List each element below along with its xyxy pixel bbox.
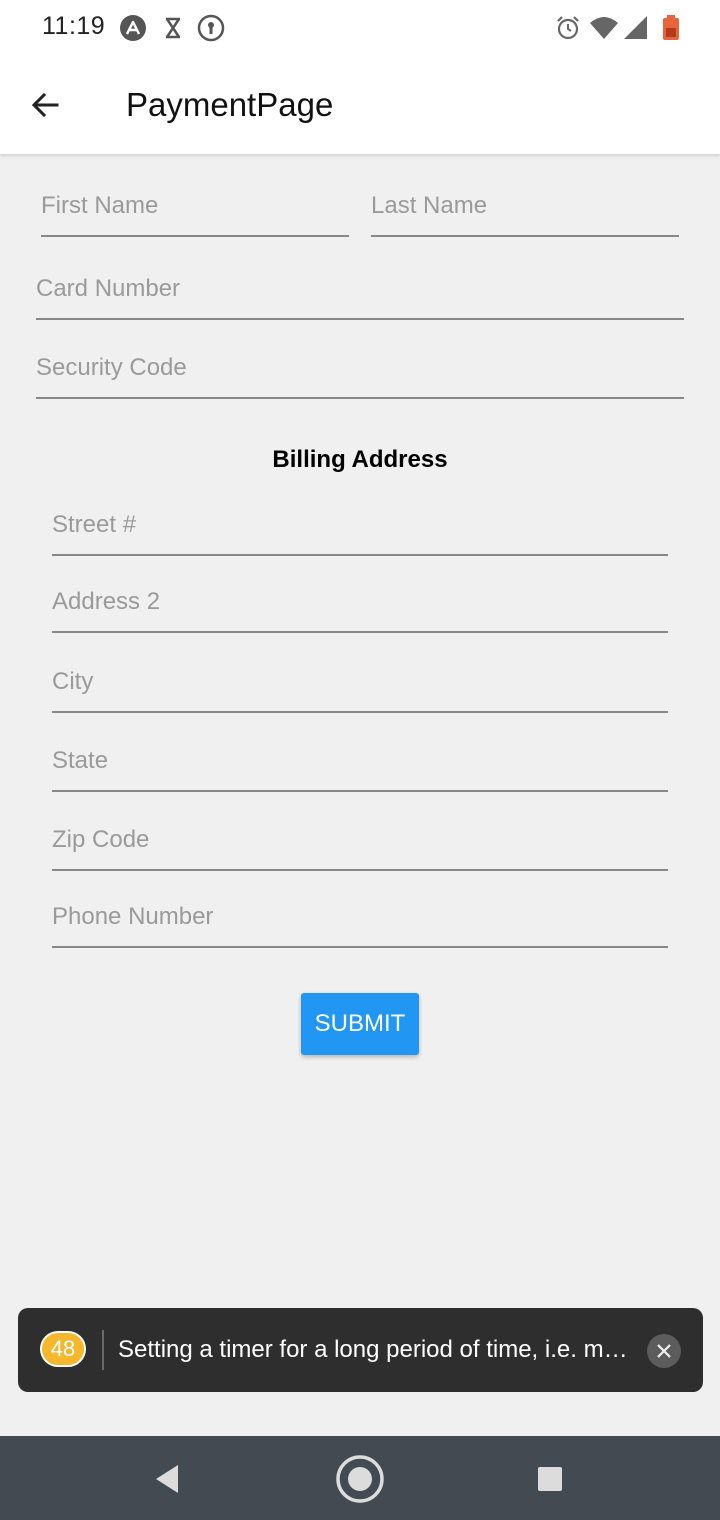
- first-name-field-wrapper: [41, 176, 349, 237]
- nav-back-button[interactable]: [140, 1452, 194, 1506]
- security-code-field-wrapper: [36, 338, 684, 399]
- status-time: 11:19: [42, 12, 106, 40]
- last-name-field-wrapper: [371, 176, 679, 237]
- toast-divider: [102, 1330, 104, 1370]
- state-field-wrapper: [52, 731, 668, 792]
- submit-button[interactable]: SUBMIT: [301, 993, 419, 1055]
- warning-toast[interactable]: 48 Setting a timer for a long period of …: [18, 1308, 703, 1392]
- street-field[interactable]: [52, 495, 668, 554]
- payment-screen: 11:19 PaymentPage First Name Last Name C…: [0, 0, 720, 1520]
- card-number-field-wrapper: [36, 260, 684, 320]
- toast-message: Setting a timer for a long period of tim…: [118, 1336, 640, 1363]
- back-button[interactable]: [20, 80, 70, 130]
- card-number-field[interactable]: [36, 260, 684, 318]
- phone-number-field[interactable]: [52, 888, 668, 946]
- last-name-field[interactable]: [371, 176, 679, 235]
- system-nav-bar: [0, 1436, 720, 1520]
- home-circle-icon: [336, 1455, 384, 1503]
- toast-close-button[interactable]: [647, 1334, 681, 1368]
- nav-home-button[interactable]: [333, 1452, 387, 1506]
- billing-address-heading: Billing Address: [272, 446, 448, 473]
- zip-code-field-wrapper: [52, 810, 668, 871]
- wifi-icon: [590, 17, 618, 39]
- address2-field-wrapper: [52, 573, 668, 633]
- city-field-wrapper: [52, 652, 668, 713]
- security-code-field[interactable]: [36, 338, 684, 397]
- app-bar: PaymentPage: [0, 56, 720, 154]
- state-field[interactable]: [52, 731, 668, 790]
- signal-icon: [624, 16, 647, 39]
- close-icon: [657, 1344, 671, 1358]
- nav-recents-button[interactable]: [523, 1452, 577, 1506]
- warning-count-badge: 48: [40, 1331, 86, 1367]
- address2-field[interactable]: [52, 573, 668, 631]
- back-triangle-icon: [156, 1465, 178, 1493]
- alarm-icon: [557, 16, 579, 40]
- a-logo-icon: [120, 15, 146, 41]
- battery-icon: [663, 15, 679, 40]
- recents-square-icon: [538, 1467, 562, 1491]
- arrow-left-icon: [31, 92, 59, 118]
- zip-code-field[interactable]: [52, 810, 668, 869]
- street-field-wrapper: [52, 495, 668, 556]
- page-title: PaymentPage: [126, 86, 334, 123]
- phone-number-field-wrapper: [52, 888, 668, 948]
- status-bar: 11:19: [0, 0, 720, 56]
- first-name-field[interactable]: [41, 176, 349, 235]
- city-field[interactable]: [52, 652, 668, 711]
- keyhole-icon: [197, 14, 225, 42]
- hourglass-icon: [165, 17, 181, 39]
